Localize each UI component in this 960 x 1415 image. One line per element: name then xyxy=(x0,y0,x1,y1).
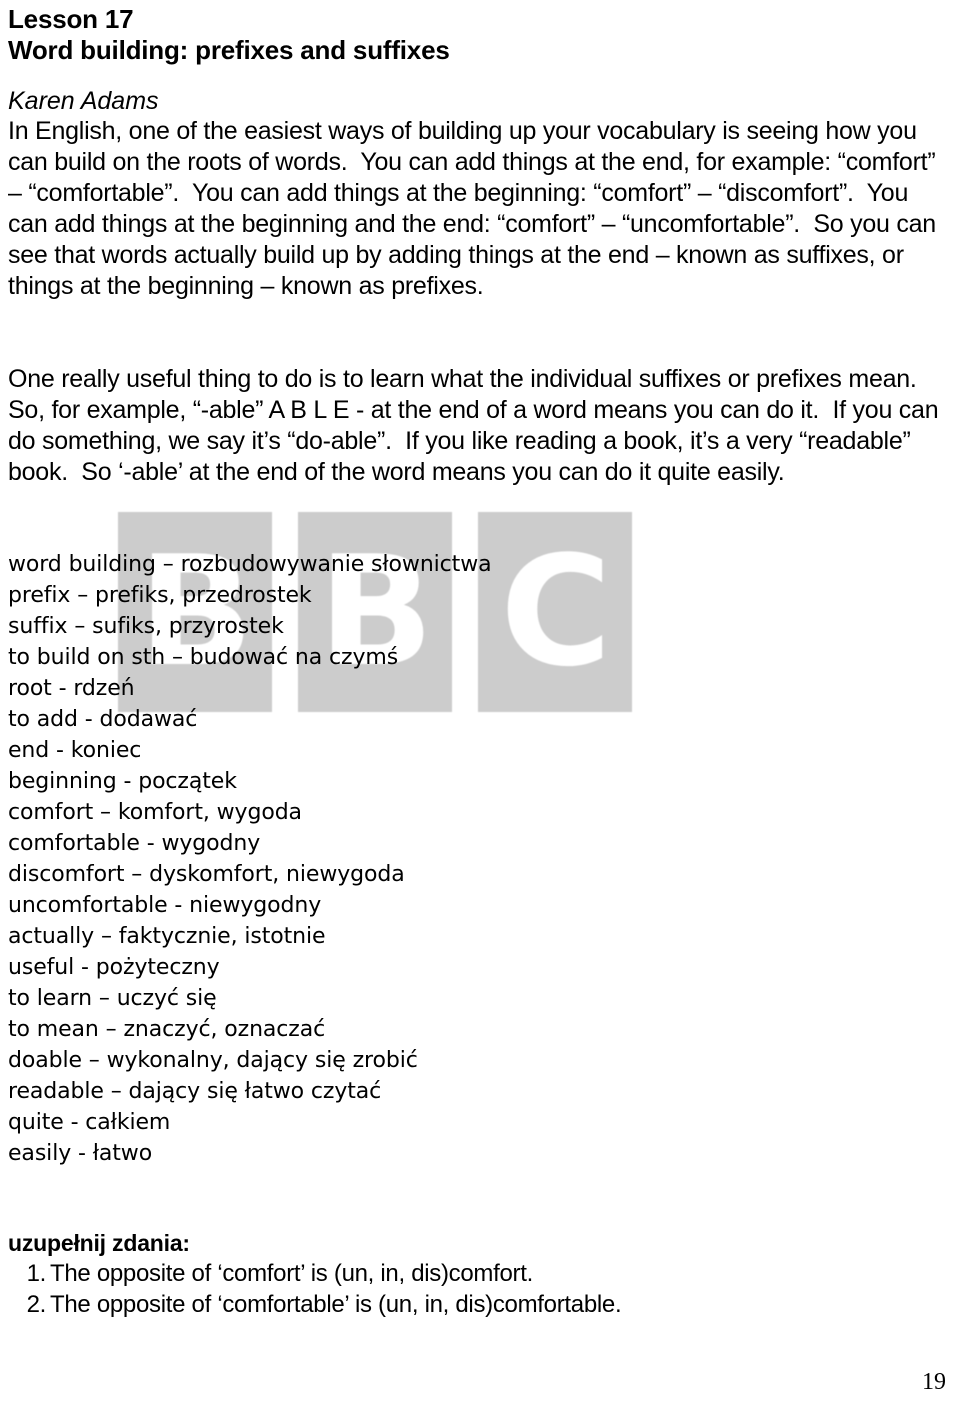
exercise-item: 2. The opposite of ‘comfortable’ is (un, … xyxy=(8,1289,908,1320)
intro-paragraph: In English, one of the easiest ways of b… xyxy=(8,117,943,300)
vocabulary-entry: to build on sth – budować na czymś xyxy=(8,645,399,670)
vocabulary-entry: suffix – sufiks, przyrostek xyxy=(8,614,284,639)
vocabulary-list: word building – rozbudowywanie słownictw… xyxy=(8,549,608,1169)
explanation-paragraph: One really useful thing to do is to lear… xyxy=(8,365,946,486)
vocabulary-entry: quite - całkiem xyxy=(8,1110,171,1135)
document-page: B B C Lesson 17 Word building: prefixes … xyxy=(0,0,960,1415)
vocabulary-entry: prefix – prefiks, przedrostek xyxy=(8,583,312,608)
vocabulary-entry: comfort – komfort, wygoda xyxy=(8,800,302,825)
exercise-list: 1. The opposite of ‘comfort’ is (un, in, … xyxy=(8,1258,908,1320)
vocabulary-entry: doable – wykonalny, dający się zrobić xyxy=(8,1048,418,1073)
vocabulary-entry: actually – faktycznie, istotnie xyxy=(8,924,326,949)
exercise-item-number: 1. xyxy=(26,1260,47,1287)
lesson-number: Lesson 17 xyxy=(8,4,134,34)
exercise-item-text: The opposite of ‘comfort’ is (un, in, di… xyxy=(50,1260,533,1287)
vocabulary-entry: word building – rozbudowywanie słownictw… xyxy=(8,552,492,577)
exercise-section: uzupełnij zdania: 1. The opposite of ‘com… xyxy=(8,1229,908,1320)
exercise-item: 1. The opposite of ‘comfort’ is (un, in, … xyxy=(8,1258,908,1289)
lesson-title: Word building: prefixes and suffixes xyxy=(8,35,450,65)
exercise-heading: uzupełnij zdania: xyxy=(8,1230,190,1256)
vocabulary-entry: discomfort – dyskomfort, niewygoda xyxy=(8,862,405,887)
vocabulary-entry: end - koniec xyxy=(8,738,142,763)
vocabulary-entry: to mean – znaczyć, oznaczać xyxy=(8,1017,326,1042)
vocabulary-entry: uncomfortable - niewygodny xyxy=(8,893,322,918)
vocabulary-entry: to learn – uczyć się xyxy=(8,986,217,1011)
exercise-item-text: The opposite of ‘comfortable’ is (un, in… xyxy=(50,1291,622,1318)
exercise-item-number: 2. xyxy=(26,1291,47,1318)
vocabulary-entry: readable – dający się łatwo czytać xyxy=(8,1079,382,1104)
vocabulary-entry: beginning - początek xyxy=(8,769,237,794)
page-number: 19 xyxy=(922,1369,946,1395)
vocabulary-entry: root - rdzeń xyxy=(8,676,135,701)
vocabulary-entry: comfortable - wygodny xyxy=(8,831,261,856)
author-name: Karen Adams xyxy=(8,87,159,115)
vocabulary-entry: easily - łatwo xyxy=(8,1141,153,1166)
vocabulary-entry: useful - pożyteczny xyxy=(8,955,220,980)
vocabulary-entry: to add - dodawać xyxy=(8,707,198,732)
page-title: Lesson 17 Word building: prefixes and su… xyxy=(8,4,938,66)
